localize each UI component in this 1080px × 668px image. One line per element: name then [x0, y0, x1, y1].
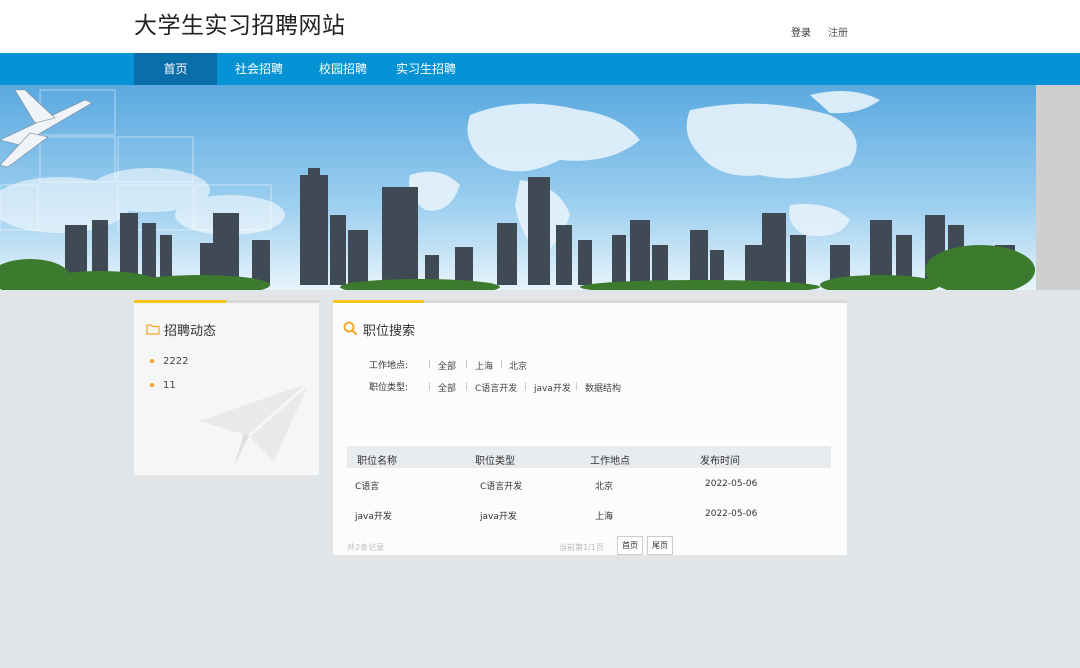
paper-plane-icon — [199, 381, 310, 466]
column-header-location: 工作地点 — [590, 456, 630, 467]
type-option-all[interactable]: 全部 — [438, 381, 456, 394]
type-option-java-dev[interactable]: java开发 — [534, 381, 571, 394]
total-records: 共2条记录 — [347, 543, 385, 552]
location-option-all[interactable]: 全部 — [438, 359, 456, 372]
nav-item-campus-recruit[interactable]: 校园招聘 — [306, 53, 380, 85]
location-cell: 北京 — [595, 482, 614, 492]
folder-icon — [146, 324, 160, 335]
city-skyline-image — [0, 85, 1080, 290]
news-item[interactable]: 2222 — [150, 356, 188, 367]
news-item-label: 2222 — [163, 356, 189, 367]
type-filter-label: 职位类型: — [369, 383, 409, 393]
publish-date-cell: 2022-05-06 — [705, 479, 758, 489]
hero-banner — [0, 85, 1080, 290]
divider — [525, 382, 526, 390]
job-table-header: 职位名称 职位类型 工作地点 发布时间 — [347, 446, 831, 468]
search-icon — [343, 321, 358, 336]
column-header-job-type: 职位类型 — [475, 456, 515, 467]
location-cell: 上海 — [595, 512, 614, 522]
nav-item-home[interactable]: 首页 — [134, 53, 217, 85]
type-option-c-dev[interactable]: C语言开发 — [475, 381, 517, 394]
bullet-icon — [150, 359, 154, 363]
panel-accent-bar — [333, 300, 424, 303]
divider — [429, 360, 430, 368]
divider — [466, 382, 467, 390]
job-name-cell[interactable]: java开发 — [355, 509, 392, 522]
job-search-panel: 职位搜索 工作地点: 全部 上海 北京 职位类型: 全部 C语言开发 java开… — [333, 300, 847, 555]
site-header: 大学生实习招聘网站 登录 注册 — [0, 0, 1080, 53]
login-link[interactable]: 登录 — [791, 24, 811, 39]
divider — [501, 360, 502, 368]
divider — [576, 382, 577, 390]
nav-item-intern-recruit[interactable]: 实习生招聘 — [388, 53, 464, 85]
last-page-button[interactable]: 尾页 — [647, 536, 673, 555]
job-type-cell: C语言开发 — [480, 482, 523, 492]
page-info: 当前第1/1页 — [559, 543, 604, 552]
site-title: 大学生实习招聘网站 — [134, 13, 346, 39]
bullet-icon — [150, 383, 154, 387]
type-option-data-structure[interactable]: 数据结构 — [585, 381, 621, 394]
divider — [429, 382, 430, 390]
column-header-job-name: 职位名称 — [357, 456, 397, 467]
location-filter-label: 工作地点: — [369, 361, 409, 371]
news-item[interactable]: 11 — [150, 380, 176, 391]
news-item-label: 11 — [163, 380, 176, 391]
job-type-cell: java开发 — [480, 512, 517, 522]
panel-accent-bar — [134, 300, 226, 303]
first-page-button[interactable]: 首页 — [617, 536, 643, 555]
news-panel: 招聘动态 2222 11 — [134, 300, 319, 475]
location-option-beijing[interactable]: 北京 — [509, 359, 527, 372]
location-option-shanghai[interactable]: 上海 — [475, 359, 493, 372]
job-name-cell[interactable]: C语言 — [355, 479, 379, 492]
news-panel-title: 招聘动态 — [164, 324, 217, 339]
divider — [466, 360, 467, 368]
main-nav: 首页 社会招聘 校园招聘 实习生招聘 — [0, 53, 1080, 85]
job-search-title: 职位搜索 — [363, 324, 416, 339]
nav-item-social-recruit[interactable]: 社会招聘 — [222, 53, 296, 85]
register-link[interactable]: 注册 — [828, 24, 848, 39]
column-header-publish-date: 发布时间 — [700, 456, 740, 467]
publish-date-cell: 2022-05-06 — [705, 509, 758, 519]
